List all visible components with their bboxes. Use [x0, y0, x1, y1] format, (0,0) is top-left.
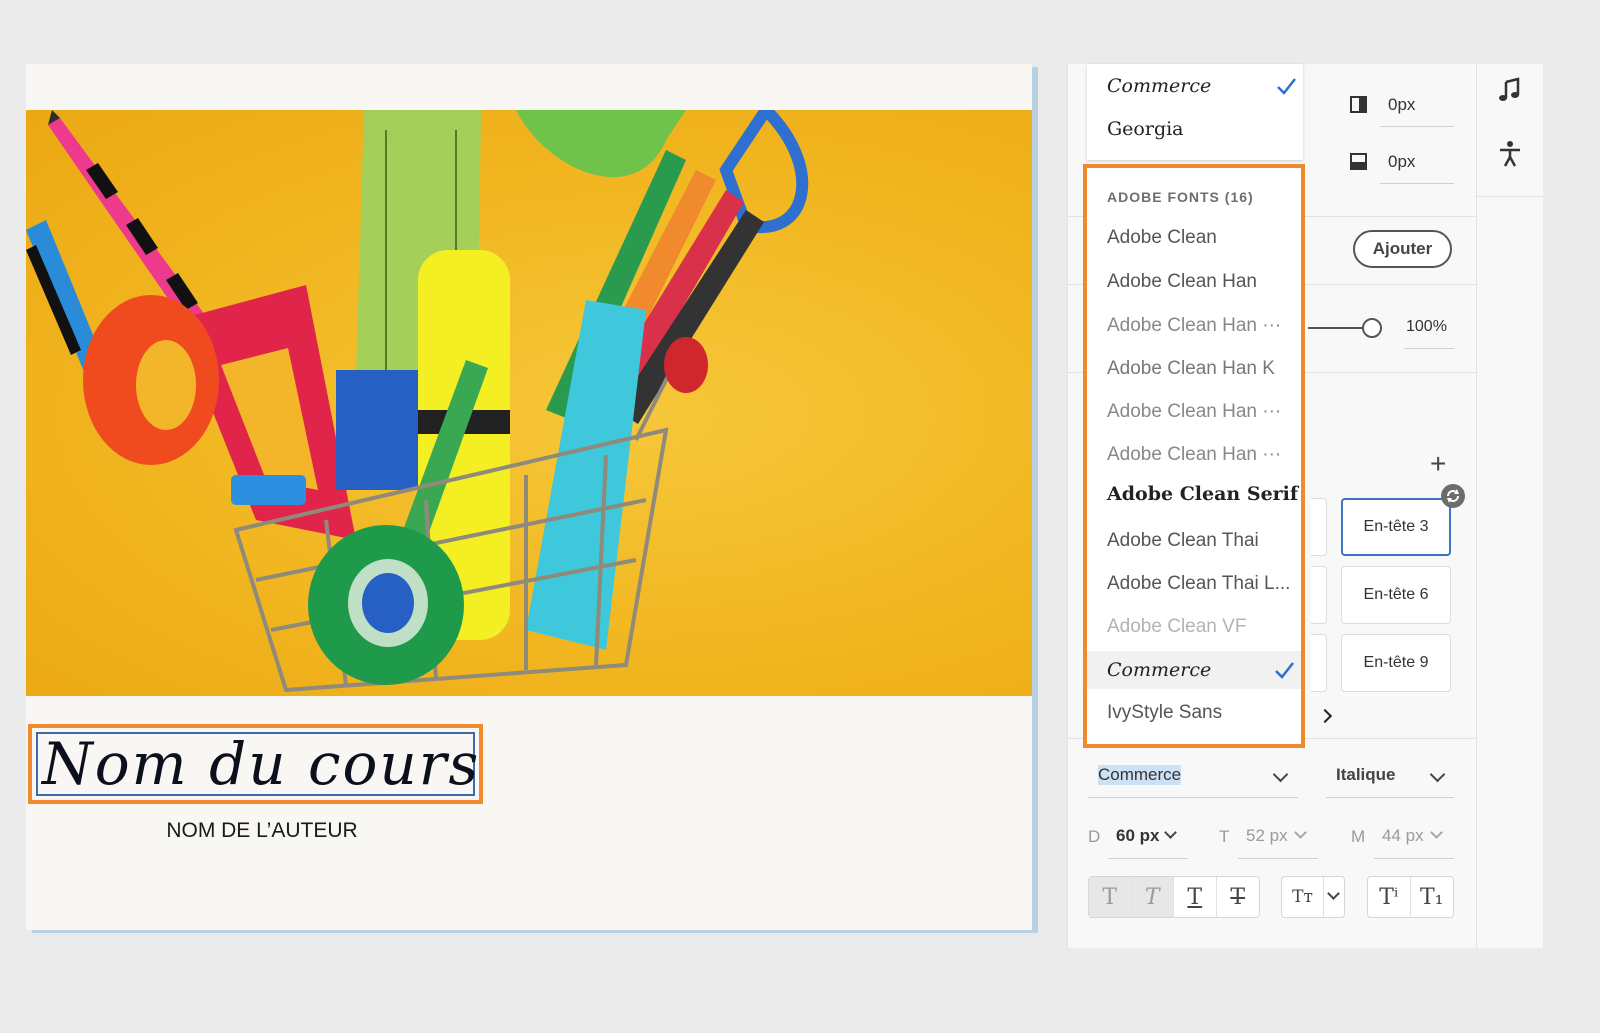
size-tablet-label: T: [1219, 827, 1230, 846]
border-bottom-value[interactable]: 0px: [1388, 152, 1415, 172]
strikethrough-icon[interactable]: T: [1217, 877, 1259, 917]
style-card-heading-3[interactable]: En-tête 3: [1341, 498, 1451, 556]
size-tablet-underline: [1238, 858, 1318, 859]
size-mobile-label: M: [1351, 827, 1366, 846]
opacity-underline: [1404, 348, 1454, 349]
superscript-icon[interactable]: Tⁱ: [1368, 877, 1411, 917]
font-option-label: Adobe Clean Han ···: [1107, 444, 1282, 465]
chevron-down-icon[interactable]: [1272, 766, 1289, 783]
font-option-label: Commerce: [1107, 75, 1212, 97]
size-mobile-value[interactable]: 44 px: [1382, 826, 1424, 846]
opacity-value[interactable]: 100%: [1406, 318, 1447, 336]
font-option[interactable]: Adobe Clean VF: [1087, 608, 1301, 646]
font-group-header: ADOBE FONTS (16): [1107, 189, 1254, 205]
chevron-down-icon[interactable]: [1164, 826, 1177, 839]
font-option[interactable]: Adobe Clean: [1087, 219, 1301, 257]
font-option-label: Adobe Clean: [1107, 227, 1217, 248]
text-case-group: Tᴛ: [1281, 876, 1345, 918]
font-option[interactable]: IvyStyle Sans: [1087, 694, 1301, 732]
text-format-group: T T T T: [1088, 876, 1260, 918]
border-right-value[interactable]: 0px: [1388, 95, 1415, 115]
font-option-label: Commerce: [1107, 659, 1212, 681]
add-style-icon[interactable]: +: [1430, 450, 1446, 478]
text-case-icon[interactable]: Tᴛ: [1282, 877, 1324, 917]
size-mobile-underline: [1374, 858, 1454, 859]
adobe-fonts-dropdown: ADOBE FONTS (16) Adobe Clean Adobe Clean…: [1083, 164, 1305, 748]
chevron-right-icon[interactable]: [1317, 708, 1333, 724]
font-option-label: Adobe Clean VF: [1107, 616, 1247, 637]
font-style-select-value[interactable]: Italique: [1336, 765, 1396, 785]
course-title-frame[interactable]: Nom du cours: [36, 730, 478, 798]
bold-icon[interactable]: T: [1089, 877, 1132, 917]
font-option-georgia[interactable]: Georgia: [1087, 110, 1303, 148]
subscript-icon[interactable]: T₁: [1411, 877, 1454, 917]
font-option-label: Adobe Clean Han ···: [1107, 401, 1282, 422]
font-option-label: Adobe Clean Thai: [1107, 530, 1259, 551]
font-option[interactable]: Adobe Clean Thai: [1087, 522, 1301, 560]
style-card-heading-6[interactable]: En-tête 6: [1341, 566, 1451, 624]
author-name-text[interactable]: NOM DE L’AUTEUR: [157, 819, 367, 843]
font-option-commerce-selected[interactable]: Commerce: [1087, 651, 1301, 689]
size-desktop-value[interactable]: 60 px: [1116, 826, 1159, 846]
italic-icon[interactable]: T: [1131, 877, 1174, 917]
checkmark-icon: [1277, 78, 1296, 95]
border-right-icon: [1350, 96, 1367, 113]
text-case-dropdown[interactable]: [1324, 877, 1344, 917]
border-right-underline: [1380, 126, 1454, 127]
chevron-down-icon[interactable]: [1294, 826, 1307, 839]
school-supplies-cart-image[interactable]: [26, 110, 1032, 696]
slide-canvas: Nom du cours NOM DE L’AUTEUR: [26, 64, 1032, 930]
font-option-label: Adobe Clean Han: [1107, 271, 1257, 292]
rail-divider: [1477, 196, 1543, 197]
course-title-box[interactable]: Nom du cours: [28, 724, 483, 804]
font-option[interactable]: Adobe Clean Han ···: [1087, 393, 1301, 431]
opacity-slider-track[interactable]: [1308, 327, 1368, 329]
checkmark-icon: [1275, 662, 1294, 679]
font-option[interactable]: Adobe Clean Han ···: [1087, 307, 1301, 345]
font-family-select-value[interactable]: Commerce: [1098, 765, 1182, 785]
opacity-slider-thumb[interactable]: [1362, 318, 1382, 338]
course-title-text[interactable]: Nom du cours: [38, 730, 480, 798]
size-desktop-underline: [1108, 858, 1188, 859]
font-option[interactable]: Adobe Clean Thai L...: [1087, 565, 1301, 603]
style-card-heading-9[interactable]: En-tête 9: [1341, 634, 1451, 692]
sync-icon[interactable]: [1441, 484, 1465, 508]
font-option-label: Georgia: [1107, 118, 1184, 140]
font-option-label: Adobe Clean Thai L...: [1107, 573, 1291, 594]
add-button[interactable]: Ajouter: [1353, 230, 1452, 268]
style-card-partial[interactable]: [1311, 498, 1327, 556]
font-option[interactable]: Adobe Clean Han K: [1087, 350, 1301, 388]
style-card-partial[interactable]: [1311, 634, 1327, 692]
font-option[interactable]: Adobe Clean Serif: [1087, 475, 1301, 513]
chevron-down-icon[interactable]: [1327, 887, 1340, 900]
font-option-label: Adobe Clean Han K: [1107, 358, 1275, 379]
font-option[interactable]: Adobe Clean Han: [1087, 263, 1301, 301]
script-group: Tⁱ T₁: [1367, 876, 1454, 918]
font-family-underline: [1088, 797, 1298, 798]
font-list-top: Commerce Georgia: [1087, 64, 1303, 160]
size-tablet-value[interactable]: 52 px: [1246, 826, 1288, 846]
font-option-commerce-top[interactable]: Commerce: [1087, 67, 1303, 105]
style-card-partial[interactable]: [1311, 566, 1327, 624]
music-note-icon[interactable]: [1496, 76, 1524, 104]
font-style-underline: [1326, 797, 1454, 798]
chevron-down-icon[interactable]: [1429, 766, 1446, 783]
size-desktop-label: D: [1088, 827, 1101, 846]
side-icon-rail: [1476, 64, 1543, 948]
font-option-label: Adobe Clean Han ···: [1107, 315, 1282, 336]
font-option[interactable]: Adobe Clean Han ···: [1087, 436, 1301, 474]
chevron-down-icon[interactable]: [1430, 826, 1443, 839]
accessibility-icon[interactable]: [1496, 140, 1524, 168]
font-option-label: Adobe Clean Serif: [1107, 483, 1299, 505]
font-option-label: IvyStyle Sans: [1107, 702, 1223, 723]
image-illustration: [26, 110, 809, 693]
border-bottom-icon: [1350, 153, 1367, 170]
underline-icon[interactable]: T: [1174, 877, 1217, 917]
border-bottom-underline: [1380, 183, 1454, 184]
